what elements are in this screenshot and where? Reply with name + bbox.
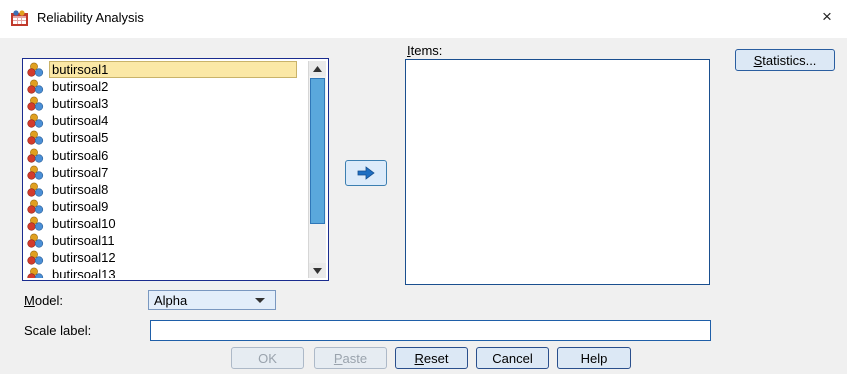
variable-items: butirsoal1 butirsoal2 butirsoal3 butirsoal4… xyxy=(25,61,306,278)
variable-label: butirsoal1 xyxy=(49,61,297,79)
variable-item[interactable]: butirsoal8 xyxy=(25,181,306,198)
model-label-text: odel: xyxy=(34,293,64,308)
variable-label: butirsoal8 xyxy=(52,181,109,197)
reset-label: eset xyxy=(423,350,449,366)
variable-label: butirsoal2 xyxy=(52,79,109,95)
paste-mnemonic: P xyxy=(333,350,343,366)
scale-variable-icon xyxy=(27,148,44,163)
model-selected-value: Alpha xyxy=(154,292,188,308)
items-label: Items: xyxy=(407,43,442,58)
paste-button[interactable]: Paste xyxy=(314,347,387,369)
statistics-button[interactable]: Statistics... xyxy=(735,49,835,71)
scale-variable-icon xyxy=(27,199,44,214)
variable-label: butirsoal13 xyxy=(52,267,116,278)
variable-item[interactable]: butirsoal6 xyxy=(25,146,306,163)
variable-item[interactable]: butirsoal13 xyxy=(25,266,306,278)
variable-label: butirsoal6 xyxy=(52,147,109,163)
variable-item[interactable]: butirsoal10 xyxy=(25,215,306,232)
scale-variable-icon xyxy=(27,233,44,248)
model-dropdown[interactable]: Alpha xyxy=(148,290,276,310)
scale-variable-icon xyxy=(27,267,44,278)
model-label-mnemonic: M xyxy=(24,293,35,308)
scale-variable-icon xyxy=(27,165,44,180)
scale-variable-icon xyxy=(27,250,44,265)
variable-item[interactable]: butirsoal7 xyxy=(25,164,306,181)
help-button[interactable]: Help xyxy=(557,347,631,369)
variable-label: butirsoal9 xyxy=(52,198,109,214)
scale-variable-icon xyxy=(27,79,44,94)
window-title: Reliability Analysis xyxy=(37,10,144,25)
variable-item[interactable]: butirsoal5 xyxy=(25,129,306,146)
variable-label: butirsoal7 xyxy=(52,164,109,180)
title-bar: Reliability Analysis × xyxy=(0,0,847,38)
scroll-up-button[interactable] xyxy=(309,61,326,76)
chevron-down-icon xyxy=(255,298,265,303)
scale-variable-icon xyxy=(27,216,44,231)
variable-label: butirsoal12 xyxy=(52,250,116,266)
scale-variable-icon xyxy=(27,182,44,197)
scale-variable-icon xyxy=(27,62,44,77)
scroll-thumb[interactable] xyxy=(310,78,325,224)
scale-label-input[interactable] xyxy=(150,320,711,341)
variable-label: butirsoal5 xyxy=(52,130,109,146)
spss-dialog-icon xyxy=(11,10,28,26)
scroll-down-arrow-icon xyxy=(313,267,322,274)
close-icon[interactable]: × xyxy=(822,8,832,25)
variable-list-scrollbar[interactable] xyxy=(308,61,326,278)
variable-item[interactable]: butirsoal12 xyxy=(25,249,306,266)
statistics-mnemonic: S xyxy=(753,52,763,68)
move-to-items-button[interactable] xyxy=(345,160,387,186)
reset-mnemonic: R xyxy=(414,350,424,366)
dialog-body: butirsoal1 butirsoal2 butirsoal3 butirsoal4… xyxy=(0,38,847,374)
cancel-button[interactable]: Cancel xyxy=(476,347,549,369)
variable-item[interactable]: butirsoal2 xyxy=(25,78,306,95)
variable-label: butirsoal3 xyxy=(52,96,109,112)
scale-variable-icon xyxy=(27,131,44,146)
model-label: Model: xyxy=(24,293,63,308)
variable-item[interactable]: butirsoal3 xyxy=(25,95,306,112)
variable-label: butirsoal4 xyxy=(52,113,109,129)
variable-label: butirsoal10 xyxy=(52,215,116,231)
items-label-text: tems: xyxy=(410,43,443,58)
scroll-down-button[interactable] xyxy=(309,263,326,278)
variable-item[interactable]: butirsoal11 xyxy=(25,232,306,249)
items-target-list[interactable] xyxy=(405,59,710,285)
ok-button[interactable]: OK xyxy=(231,347,304,369)
scale-variable-icon xyxy=(27,96,44,111)
variable-item[interactable]: butirsoal4 xyxy=(25,112,306,129)
source-variable-list[interactable]: butirsoal1 butirsoal2 butirsoal3 butirsoal4… xyxy=(22,58,329,281)
scroll-up-arrow-icon xyxy=(313,65,322,72)
paste-label: aste xyxy=(342,350,368,366)
scale-label-caption: Scale label: xyxy=(24,323,92,338)
variable-label: butirsoal11 xyxy=(52,232,115,248)
right-arrow-icon xyxy=(357,166,375,180)
variable-item[interactable]: butirsoal9 xyxy=(25,198,306,215)
variable-item[interactable]: butirsoal1 xyxy=(25,61,306,79)
statistics-label: tatistics... xyxy=(762,52,817,68)
reset-button[interactable]: Reset xyxy=(395,347,468,369)
scale-variable-icon xyxy=(27,113,44,128)
